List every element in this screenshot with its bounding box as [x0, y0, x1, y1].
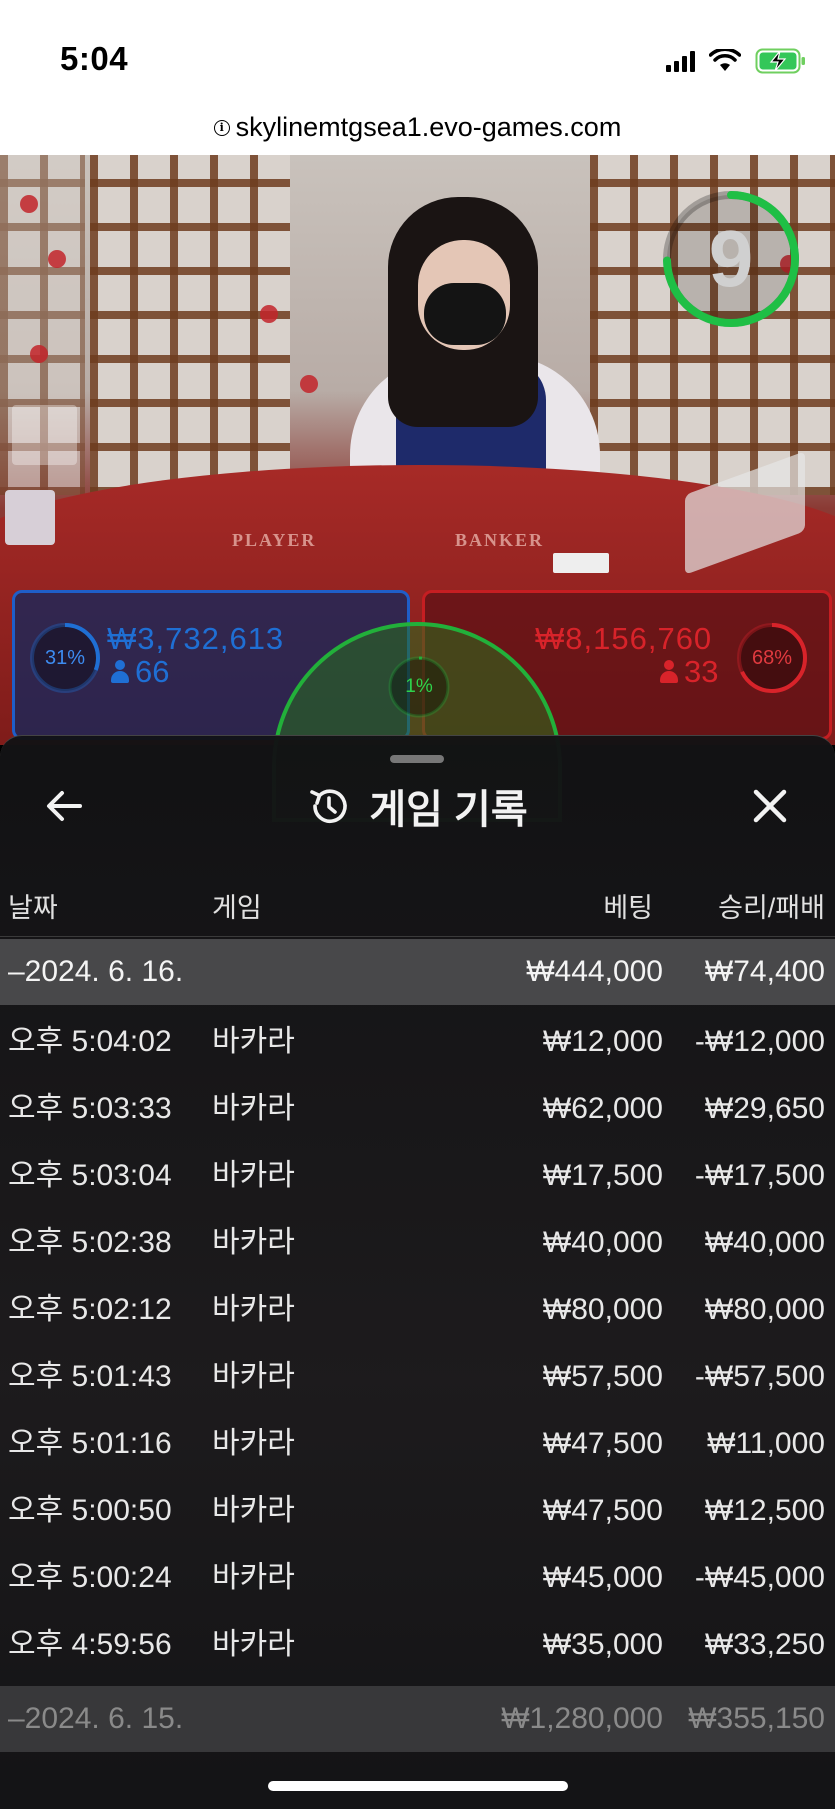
row-game: 바카라 — [212, 1025, 295, 1058]
date-group-bet: ₩444,000 — [526, 955, 663, 988]
history-icon — [310, 789, 348, 823]
row-time: 오후 5:04:02 — [8, 1025, 172, 1058]
header-divider — [0, 936, 835, 937]
row-bet: ₩17,500 — [542, 1159, 663, 1192]
row-bet: ₩47,500 — [542, 1494, 663, 1527]
status-time: 5:04 — [60, 40, 129, 77]
close-button[interactable] — [745, 781, 795, 831]
row-bet: ₩62,000 — [542, 1092, 663, 1125]
row-time: 오후 5:01:43 — [8, 1360, 172, 1393]
person-icon — [660, 660, 678, 684]
table-row[interactable]: 오후 5:04:02 바카라 ₩12,000 -₩12,000 — [0, 1008, 835, 1075]
close-icon — [753, 789, 787, 823]
banker-percent: 68% — [751, 647, 793, 669]
row-win-loss: ₩12,500 — [704, 1494, 825, 1527]
row-win-loss: -₩17,500 — [694, 1159, 825, 1192]
player-percent: 31% — [44, 647, 86, 669]
row-game: 바카라 — [212, 1360, 295, 1393]
table-row[interactable]: 오후 5:00:24 바카라 ₩45,000 -₩45,000 — [0, 1544, 835, 1611]
home-indicator[interactable] — [268, 1781, 568, 1791]
row-game: 바카라 — [212, 1561, 295, 1594]
row-game: 바카라 — [212, 1494, 295, 1527]
table-row[interactable]: 오후 5:02:38 바카라 ₩40,000 ₩40,000 — [0, 1209, 835, 1276]
table-row[interactable]: 오후 5:00:50 바카라 ₩47,500 ₩12,500 — [0, 1477, 835, 1544]
row-win-loss: ₩11,000 — [707, 1427, 825, 1460]
date-group-row[interactable]: –2024. 6. 16. ₩444,000 ₩74,400 — [0, 939, 835, 1005]
row-game: 바카라 — [212, 1159, 295, 1192]
row-bet: ₩57,500 — [542, 1360, 663, 1393]
folding-screen-left — [90, 155, 290, 495]
column-header-win-loss[interactable]: 승리/패배 — [718, 886, 825, 925]
column-header-bet[interactable]: 베팅 — [603, 886, 653, 925]
person-icon — [111, 660, 129, 684]
row-bet: ₩45,000 — [542, 1561, 663, 1594]
row-game: 바카라 — [212, 1628, 295, 1661]
sheet-grabber[interactable] — [390, 755, 444, 763]
sheet-title: 게임 기록 — [0, 778, 835, 834]
row-time: 오후 5:03:33 — [8, 1092, 172, 1125]
row-game: 바카라 — [212, 1092, 295, 1125]
row-bet: ₩40,000 — [542, 1226, 663, 1259]
card-stack — [5, 490, 55, 545]
player-count-value: 66 — [135, 654, 170, 689]
date-group-row[interactable]: –2024. 6. 15. ₩1,280,000 ₩355,150 — [0, 1686, 835, 1752]
row-bet: ₩80,000 — [542, 1293, 663, 1326]
sheet-title-text: 게임 기록 — [369, 788, 528, 832]
banker-count-value: 33 — [684, 654, 719, 689]
date-group-win-loss: ₩74,400 — [704, 955, 825, 988]
row-time: 오후 5:02:12 — [8, 1293, 172, 1326]
banker-amount: ₩8,156,760 — [535, 621, 713, 656]
timer-value: 9 — [708, 214, 754, 303]
row-bet: ₩47,500 — [542, 1427, 663, 1460]
row-win-loss: -₩12,000 — [694, 1025, 825, 1058]
date-group-date: –2024. 6. 16. — [8, 955, 184, 988]
row-win-loss: -₩57,500 — [694, 1360, 825, 1393]
row-time: 오후 5:01:16 — [8, 1427, 172, 1460]
date-group-date: –2024. 6. 15. — [8, 1702, 184, 1735]
glass-box — [12, 405, 77, 465]
date-group-bet: ₩1,280,000 — [501, 1702, 663, 1735]
table-row[interactable]: 오후 5:01:43 바카라 ₩57,500 -₩57,500 — [0, 1343, 835, 1410]
row-game: 바카라 — [212, 1427, 295, 1460]
banker-count: 33 — [660, 654, 718, 690]
status-icons — [666, 46, 807, 76]
signal-icon — [666, 50, 695, 72]
row-win-loss: ₩80,000 — [704, 1293, 825, 1326]
row-win-loss: ₩40,000 — [704, 1226, 825, 1259]
card — [553, 553, 609, 573]
table-row[interactable]: 오후 4:59:56 바카라 ₩35,000 ₩33,250 — [0, 1611, 835, 1678]
player-count: 66 — [111, 654, 169, 690]
countdown-timer: 9 — [660, 188, 802, 330]
info-icon[interactable]: i — [213, 119, 230, 136]
row-game: 바카라 — [212, 1226, 295, 1259]
player-amount: ₩3,732,613 — [107, 621, 285, 656]
row-win-loss: -₩45,000 — [694, 1561, 825, 1594]
column-header-game[interactable]: 게임 — [212, 886, 262, 925]
table-row[interactable]: 오후 5:03:04 바카라 ₩17,500 -₩17,500 — [0, 1142, 835, 1209]
row-time: 오후 5:00:50 — [8, 1494, 172, 1527]
url-bar[interactable]: i skylinemtgsea1.evo-games.com — [0, 100, 835, 155]
wifi-icon — [709, 49, 741, 71]
table-row[interactable]: 오후 5:02:12 바카라 ₩80,000 ₩80,000 — [0, 1276, 835, 1343]
row-win-loss: ₩33,250 — [704, 1628, 825, 1661]
url-text: skylinemtgsea1.evo-games.com — [235, 112, 622, 142]
row-bet: ₩35,000 — [542, 1628, 663, 1661]
row-time: 오후 5:00:24 — [8, 1561, 172, 1594]
row-time: 오후 5:02:38 — [8, 1226, 172, 1259]
status-bar: 5:04 — [0, 0, 835, 100]
game-history-sheet: 게임 기록 날짜 게임 베팅 승리/패배 –2024. 6. 16. ₩444,… — [0, 735, 835, 1809]
row-game: 바카라 — [212, 1293, 295, 1326]
date-group-win-loss: ₩355,150 — [688, 1702, 825, 1735]
row-time: 오후 4:59:56 — [8, 1628, 172, 1661]
felt-label-player: PLAYER — [232, 530, 317, 550]
table-row[interactable]: 오후 5:03:33 바카라 ₩62,000 ₩29,650 — [0, 1075, 835, 1142]
tie-percent: 1% — [405, 676, 433, 697]
column-header-date[interactable]: 날짜 — [8, 886, 58, 925]
row-time: 오후 5:03:04 — [8, 1159, 172, 1192]
table-row[interactable]: 오후 5:01:16 바카라 ₩47,500 ₩11,000 — [0, 1410, 835, 1477]
felt-label-banker: BANKER — [455, 530, 545, 550]
row-win-loss: ₩29,650 — [704, 1092, 825, 1125]
battery-charging-icon — [755, 48, 805, 74]
row-bet: ₩12,000 — [542, 1025, 663, 1058]
